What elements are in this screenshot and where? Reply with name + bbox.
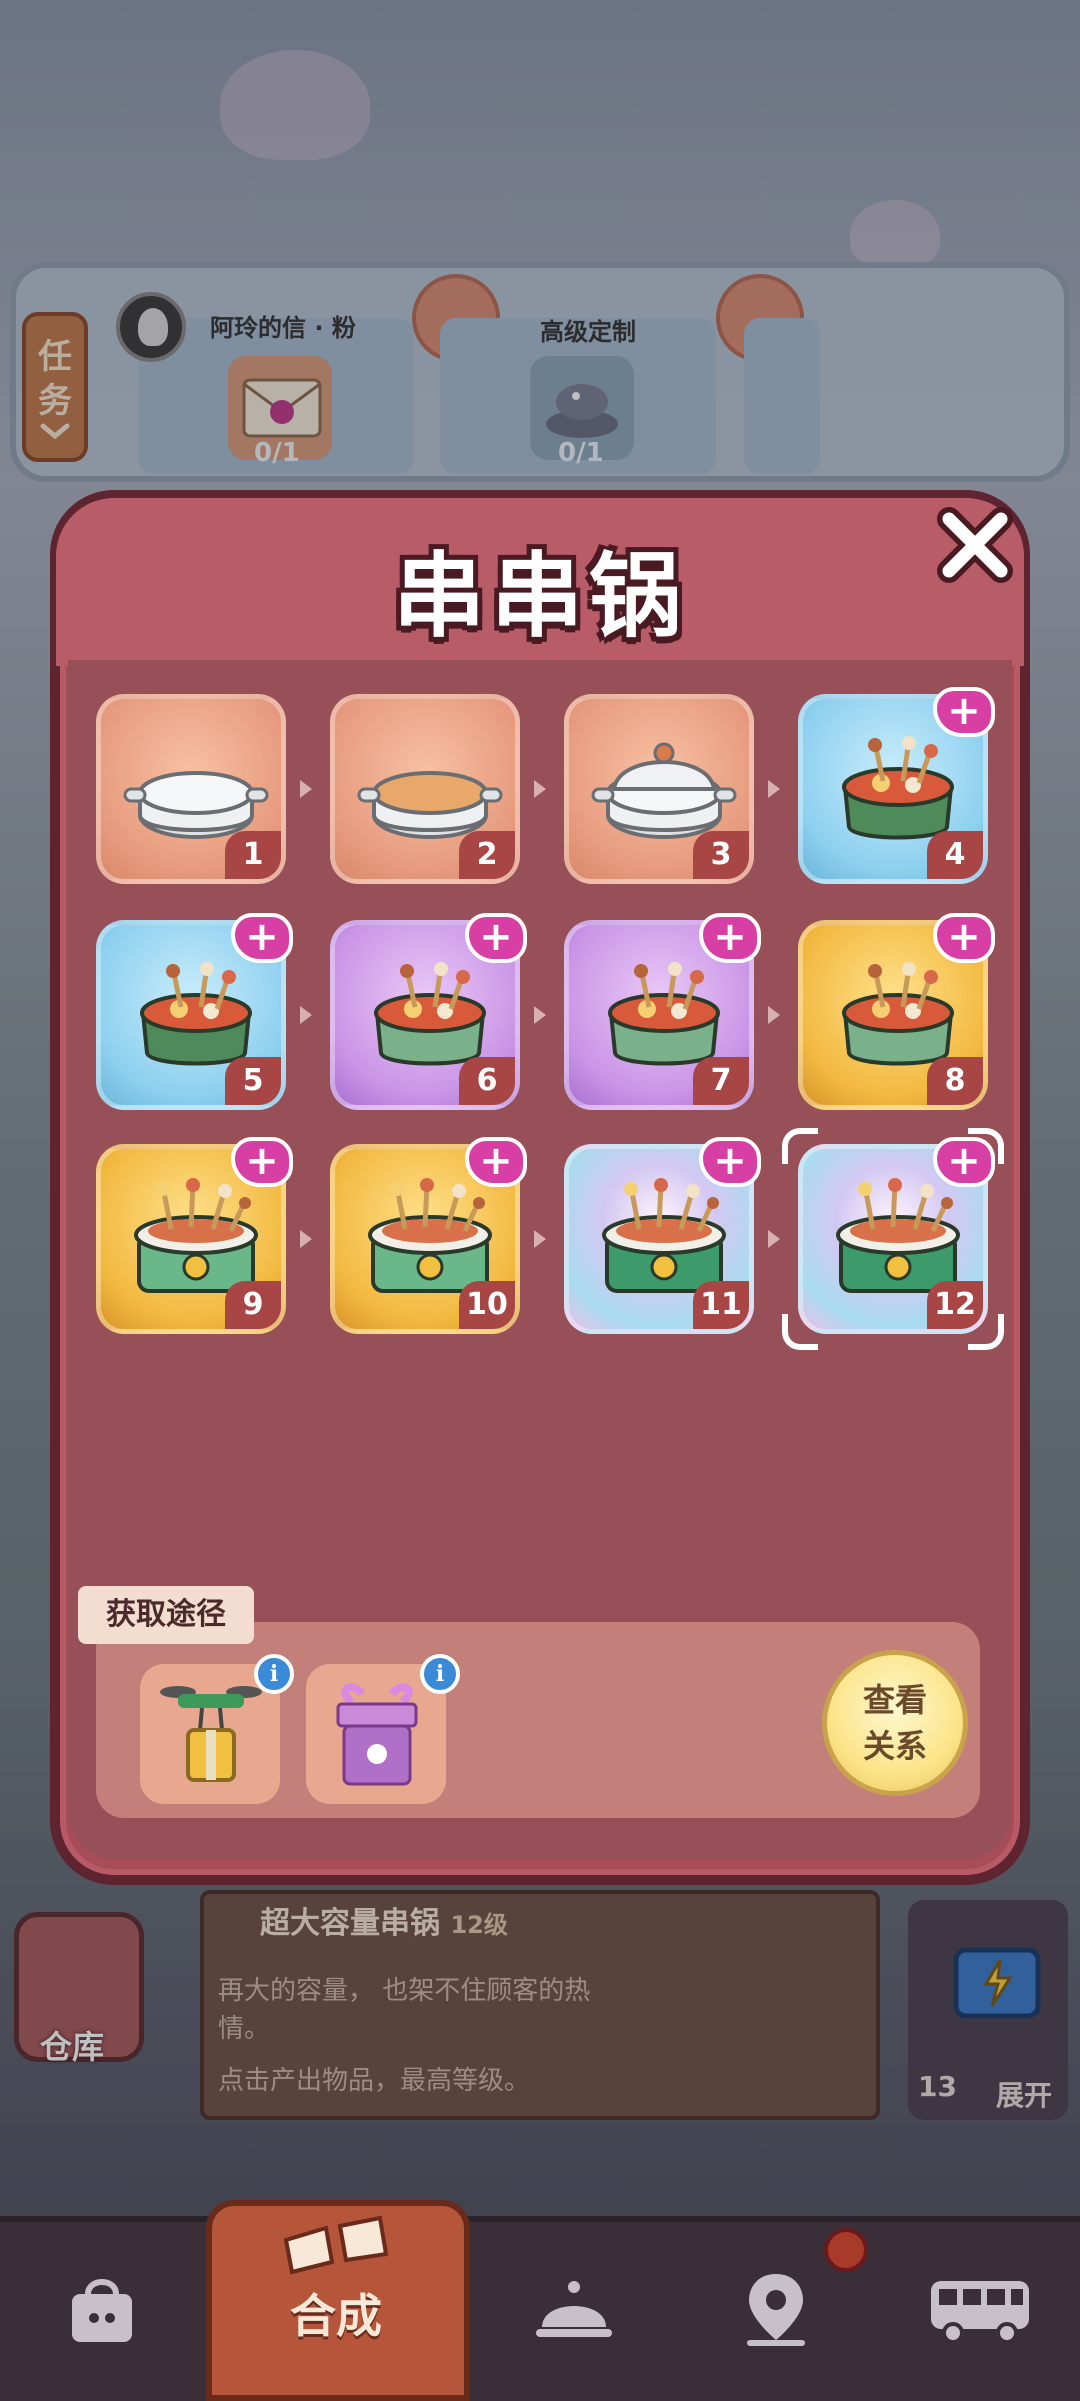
level-badge: 10: [459, 1281, 515, 1329]
nav-merge-label: 合成: [290, 2289, 382, 2343]
view-relation-label: 关系: [862, 1727, 927, 1765]
chevron-right-icon: [534, 780, 546, 798]
item-tile[interactable]: 1: [96, 694, 286, 884]
chevron-right-icon: [768, 1230, 780, 1248]
selection-corner: [968, 1128, 1004, 1164]
nav-item-map[interactable]: [706, 2250, 846, 2370]
selection-corner: [782, 1128, 818, 1164]
chevron-right-icon: [768, 780, 780, 798]
plus-icon[interactable]: +: [933, 687, 995, 737]
level-badge: 2: [459, 831, 515, 879]
level-badge: 3: [693, 831, 749, 879]
bus-icon: [931, 2281, 1029, 2344]
view-relation-label: 查看: [862, 1681, 927, 1719]
item-tile[interactable]: 6 +: [330, 913, 527, 1110]
plus-icon[interactable]: +: [699, 913, 761, 963]
level-badge: 6: [459, 1057, 515, 1105]
plus-icon[interactable]: +: [465, 1137, 527, 1187]
nav-item-shop[interactable]: [32, 2250, 172, 2370]
item-tile[interactable]: 7 +: [564, 913, 761, 1110]
chevron-right-icon: [300, 780, 312, 798]
plus-icon[interactable]: +: [465, 913, 527, 963]
item-tile[interactable]: 5 +: [96, 913, 293, 1110]
item-tile[interactable]: 8 +: [798, 913, 995, 1110]
info-icon[interactable]: i: [254, 1654, 294, 1694]
info-icon[interactable]: i: [420, 1654, 460, 1694]
plus-icon[interactable]: +: [231, 913, 293, 963]
view-relation-button[interactable]: 查看 关系: [822, 1650, 968, 1796]
item-tile[interactable]: 10 +: [330, 1137, 527, 1334]
merge-icon: [283, 2215, 389, 2275]
chevron-right-icon: [300, 1006, 312, 1024]
modal-title: 串串锅: [392, 543, 687, 650]
level-badge: 4: [927, 831, 983, 879]
selection-corner: [782, 1314, 818, 1350]
nav-item-service[interactable]: [504, 2250, 644, 2370]
level-badge: 5: [225, 1057, 281, 1105]
level-badge: 1: [225, 831, 281, 879]
close-button[interactable]: [930, 500, 1020, 590]
item-tile[interactable]: 9 +: [96, 1137, 293, 1334]
item-tile[interactable]: 3: [564, 694, 754, 884]
chevron-right-icon: [300, 1230, 312, 1248]
level-badge: 7: [693, 1057, 749, 1105]
drone-icon: [160, 1686, 262, 1782]
plus-icon[interactable]: +: [933, 913, 995, 963]
chevron-right-icon: [768, 1006, 780, 1024]
level-badge: 8: [927, 1057, 983, 1105]
shop-bag-icon: [72, 2279, 132, 2342]
map-pin-icon: [747, 2274, 805, 2346]
item-tile[interactable]: 11 +: [564, 1137, 761, 1334]
nav-item-bus[interactable]: [910, 2250, 1050, 2370]
plus-icon[interactable]: +: [699, 1137, 761, 1187]
chevron-right-icon: [534, 1230, 546, 1248]
source-label: 获取途径: [78, 1586, 254, 1644]
service-bell-icon: [536, 2281, 612, 2337]
close-icon: [937, 507, 1013, 583]
gift-box-icon: [336, 1683, 418, 1786]
level-badge: 9: [225, 1281, 281, 1329]
item-tile[interactable]: 12 +: [798, 1137, 995, 1334]
level-badge: 11: [693, 1281, 749, 1329]
plus-icon[interactable]: +: [231, 1137, 293, 1187]
selection-corner: [968, 1314, 1004, 1350]
item-tile[interactable]: 4 +: [798, 687, 995, 884]
item-tile[interactable]: 2: [330, 694, 520, 884]
chevron-right-icon: [534, 1006, 546, 1024]
